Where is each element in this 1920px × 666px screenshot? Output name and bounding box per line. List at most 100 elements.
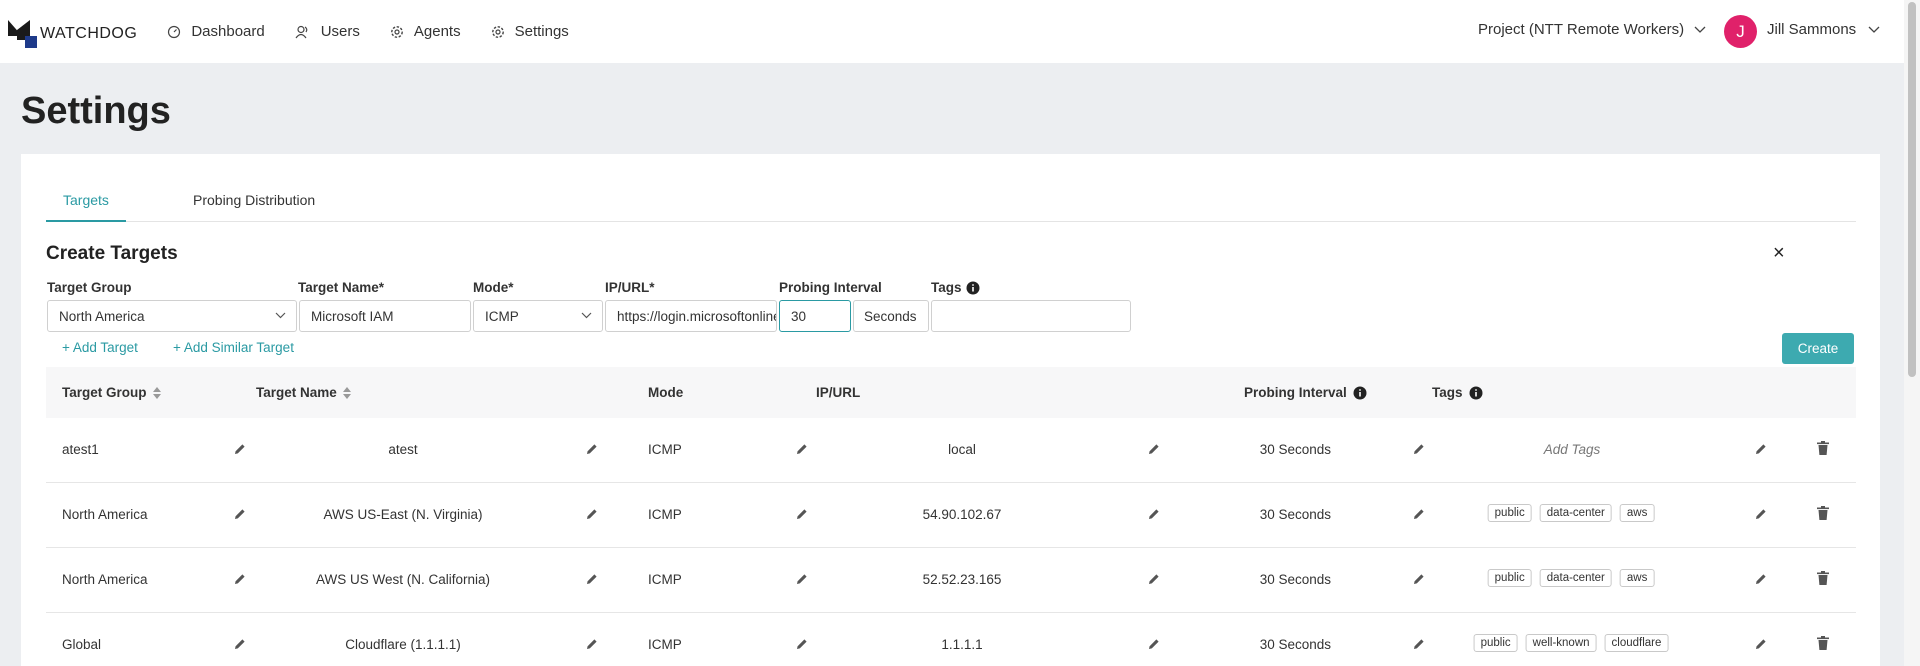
edit-pencil-icon[interactable] <box>586 507 598 525</box>
column-mode: Mode <box>648 385 684 400</box>
tags-label: Tags <box>931 280 980 295</box>
target-group-select[interactable]: North America <box>47 300 297 332</box>
nav-users[interactable]: Users <box>295 23 360 40</box>
project-name: Project (NTT Remote Workers) <box>1478 21 1685 38</box>
info-icon[interactable] <box>1469 386 1483 400</box>
nav-settings[interactable]: Settings <box>491 23 569 40</box>
page-title: Settings <box>21 90 171 132</box>
app-name: WATCHDOG <box>40 24 138 42</box>
edit-pencil-icon[interactable] <box>1755 507 1767 525</box>
edit-pencil-icon[interactable] <box>796 442 808 460</box>
cell-target-group: atest1 <box>62 442 99 457</box>
interval-unit: Seconds <box>864 308 917 324</box>
nav-dashboard[interactable]: Dashboard <box>167 23 265 40</box>
edit-pencil-icon[interactable] <box>1413 507 1425 525</box>
tags-label-text: Tags <box>931 280 962 295</box>
column-target-group-label: Target Group <box>62 385 147 400</box>
edit-pencil-icon[interactable] <box>1755 572 1767 590</box>
cell-ip-url: 52.52.23.165 <box>922 572 1002 587</box>
delete-trash-icon[interactable] <box>1817 571 1829 590</box>
column-ip-url: IP/URL <box>816 385 861 400</box>
chevron-down-icon <box>275 312 286 319</box>
edit-pencil-icon[interactable] <box>1148 572 1160 590</box>
edit-pencil-icon[interactable] <box>796 572 808 590</box>
column-target-name-label: Target Name <box>256 385 337 400</box>
edit-pencil-icon[interactable] <box>1755 442 1767 460</box>
nav-agents[interactable]: Agents <box>390 23 461 40</box>
add-similar-target-link[interactable]: + Add Similar Target <box>173 340 294 355</box>
cell-probing-interval: 30 Seconds <box>1259 507 1331 522</box>
logo[interactable]: WATCHDOG <box>8 12 137 52</box>
edit-pencil-icon[interactable] <box>1413 442 1425 460</box>
page-scrollbar[interactable] <box>1904 0 1920 666</box>
cell-tags: public data-center aws <box>1484 504 1659 522</box>
edit-pencil-icon[interactable] <box>1755 637 1767 655</box>
info-icon[interactable] <box>1353 386 1367 400</box>
cell-mode: ICMP <box>648 507 682 522</box>
tag-badge: well-known <box>1525 634 1597 652</box>
ip-url-input[interactable]: https://login.microsoftonline.com <box>605 300 777 332</box>
edit-pencil-icon[interactable] <box>1148 637 1160 655</box>
project-selector[interactable]: Project (NTT Remote Workers) <box>1478 21 1706 38</box>
avatar[interactable]: J <box>1724 15 1757 48</box>
nav-agents-label: Agents <box>413 23 461 40</box>
cell-mode: ICMP <box>648 442 682 457</box>
info-icon[interactable] <box>966 281 980 295</box>
nav-users-label: Users <box>320 23 360 40</box>
tab-probing-distribution[interactable]: Probing Distribution <box>193 192 315 208</box>
chevron-down-icon <box>1868 26 1880 33</box>
delete-trash-icon[interactable] <box>1817 636 1829 655</box>
edit-pencil-icon[interactable] <box>234 637 246 655</box>
target-name-input[interactable]: Microsoft IAM <box>299 300 471 332</box>
table-row: North America AWS US-East (N. Virginia) IC… <box>46 483 1856 548</box>
edit-pencil-icon[interactable] <box>234 572 246 590</box>
cell-target-group: North America <box>62 572 148 587</box>
edit-pencil-icon[interactable] <box>1148 507 1160 525</box>
edit-pencil-icon[interactable] <box>586 442 598 460</box>
scrollbar-thumb[interactable] <box>1908 2 1916 377</box>
column-target-name[interactable]: Target Name <box>256 385 351 400</box>
column-target-group[interactable]: Target Group <box>62 385 161 400</box>
edit-pencil-icon[interactable] <box>234 507 246 525</box>
edit-pencil-icon[interactable] <box>1413 572 1425 590</box>
tags-input[interactable] <box>931 300 1131 332</box>
active-tab-indicator <box>46 220 126 222</box>
edit-pencil-icon[interactable] <box>586 637 598 655</box>
cell-probing-interval: 30 Seconds <box>1259 637 1331 652</box>
edit-pencil-icon[interactable] <box>796 637 808 655</box>
tab-targets[interactable]: Targets <box>63 192 109 208</box>
delete-trash-icon[interactable] <box>1817 506 1829 525</box>
table-row: Global Cloudflare (1.1.1.1) ICMP 1.1.1.1 30 … <box>46 613 1856 666</box>
edit-pencil-icon[interactable] <box>796 507 808 525</box>
add-target-link[interactable]: + Add Target <box>62 340 138 355</box>
tag-badge: data-center <box>1539 504 1612 522</box>
cell-target-group: North America <box>62 507 148 522</box>
cell-mode: ICMP <box>648 572 682 587</box>
edit-pencil-icon[interactable] <box>586 572 598 590</box>
cell-target-name: Cloudflare (1.1.1.1) <box>345 637 461 652</box>
close-icon[interactable]: × <box>1773 242 1785 265</box>
probing-interval-value: 30 <box>791 308 807 324</box>
cell-target-name: AWS US-East (N. Virginia) <box>323 507 483 522</box>
tag-badge: aws <box>1619 569 1655 587</box>
target-group-value: North America <box>59 308 145 324</box>
nav-settings-label: Settings <box>514 23 569 40</box>
mode-select[interactable]: ICMP <box>473 300 603 332</box>
create-button[interactable]: Create <box>1782 333 1854 364</box>
delete-trash-icon[interactable] <box>1817 441 1829 460</box>
table-header: Target Group Target Name Mode IP/URL Pro… <box>46 367 1856 418</box>
edit-pencil-icon[interactable] <box>1413 637 1425 655</box>
user-menu[interactable]: Jill Sammons <box>1767 21 1880 38</box>
nav-dashboard-label: Dashboard <box>191 23 265 40</box>
dashboard-icon <box>168 25 181 38</box>
add-tags-link[interactable]: Add Tags <box>1544 442 1601 457</box>
table-row: atest1 atest ICMP local 30 Seconds Add Tags <box>46 418 1856 483</box>
gear-icon <box>390 25 403 38</box>
cell-probing-interval: 30 Seconds <box>1259 572 1331 587</box>
edit-pencil-icon[interactable] <box>234 442 246 460</box>
edit-pencil-icon[interactable] <box>1148 442 1160 460</box>
probing-interval-input[interactable]: 30 <box>779 300 851 332</box>
cell-target-group: Global <box>62 637 102 652</box>
users-icon <box>295 25 308 38</box>
tag-badge: public <box>1473 634 1518 652</box>
